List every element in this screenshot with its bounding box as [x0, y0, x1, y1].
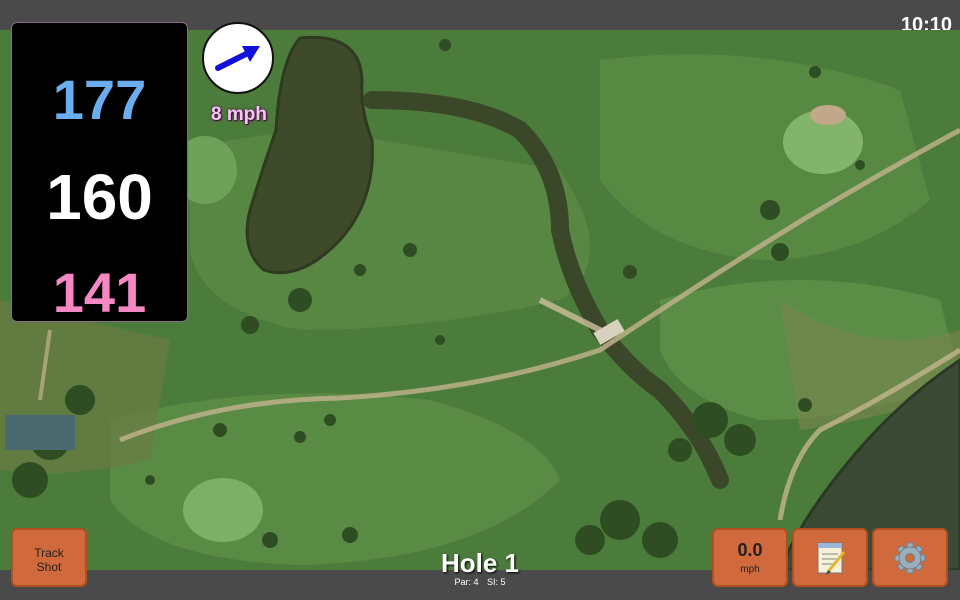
track-shot-button[interactable]: Track Shot	[11, 528, 87, 587]
speed-unit: mph	[740, 564, 760, 575]
speed-value: 0.0	[737, 540, 763, 560]
gear-icon	[894, 542, 926, 574]
hole-info: Par: 4 SI: 5	[380, 577, 580, 587]
arrow-right-icon	[215, 46, 260, 71]
back-distance: 177	[52, 68, 147, 131]
wind-indicator	[202, 22, 274, 94]
front-distance: 141	[52, 261, 147, 324]
notepad-icon	[817, 542, 846, 575]
track-shot-label-line2: Shot	[36, 560, 62, 574]
stroke-index-label: SI: 5	[487, 577, 506, 587]
middle-distance: 160	[46, 161, 153, 233]
par-label: Par: 4	[454, 577, 479, 587]
speed-button[interactable]: 0.0 mph	[712, 528, 788, 587]
notes-button[interactable]	[792, 528, 868, 587]
hole-title: Hole 1	[440, 548, 520, 578]
wind-speed-label: 8 mph	[211, 104, 267, 125]
distance-panel: 177 160 141	[11, 22, 188, 324]
track-shot-label-line1: Track	[34, 546, 64, 560]
settings-button[interactable]	[872, 528, 948, 587]
